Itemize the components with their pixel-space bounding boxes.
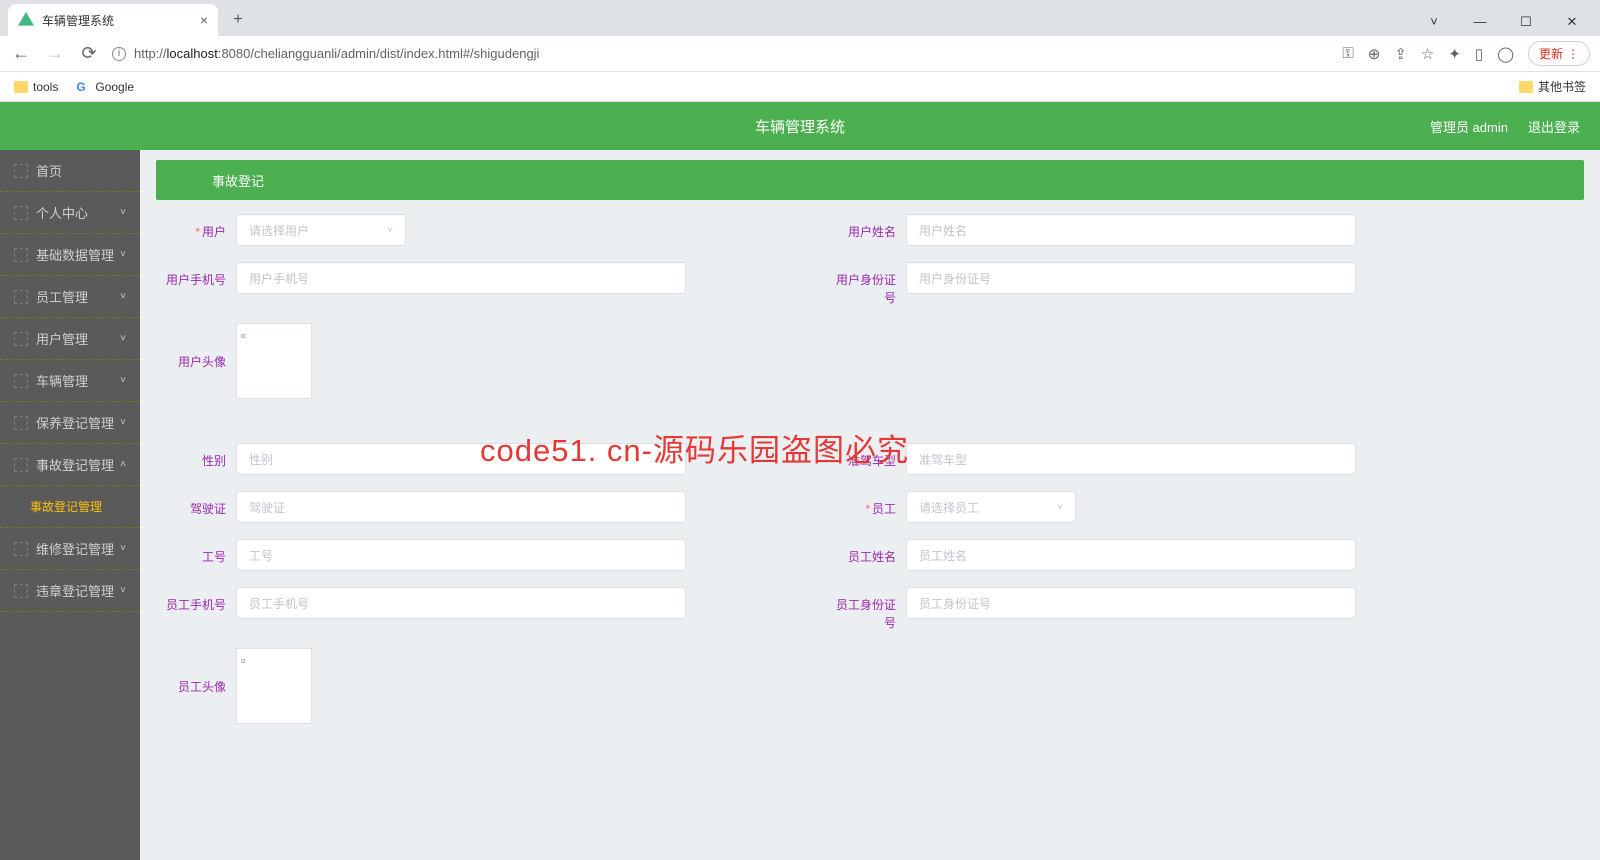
staff-select[interactable]: 请选择员工˅ [906, 491, 1076, 523]
sidebar-item-profile[interactable]: 个人中心˅ [0, 192, 140, 234]
menu-icon [14, 290, 28, 304]
bookmark-google[interactable]: GGoogle [76, 80, 134, 94]
staff-phone-input[interactable]: 员工手机号 [236, 587, 686, 619]
sidebar-item-basic[interactable]: 基础数据管理˅ [0, 234, 140, 276]
staff-idcard-input[interactable]: 员工身份证号 [906, 587, 1356, 619]
reload-icon[interactable]: ⟳ [78, 43, 100, 64]
url-input[interactable]: i http://localhost:8080/cheliangguanli/a… [112, 46, 1330, 61]
menu-icon [14, 248, 28, 262]
new-tab-button[interactable]: + [224, 6, 252, 34]
browser-tab[interactable]: 车辆管理系统 × [8, 4, 218, 36]
panel-title: 事故登记 [156, 160, 1584, 200]
vue-favicon [18, 12, 34, 28]
staff-name-input[interactable]: 员工姓名 [906, 539, 1356, 571]
extensions-icon[interactable]: ✦ [1448, 45, 1461, 63]
sidebar-item-accident[interactable]: 事故登记管理˄ [0, 444, 140, 486]
dropdown-icon[interactable]: ˅ [1420, 14, 1448, 30]
menu-icon [14, 164, 28, 178]
content-area: 事故登记 *用户请选择用户˅ 用户姓名用户姓名 用户手机号用户手机号 用户身份证… [140, 150, 1600, 860]
window-controls: ˅ — ☐ ✕ [1420, 14, 1600, 36]
bookmarks-bar: tools GGoogle 其他书签 [0, 72, 1600, 102]
sidebar-item-staff[interactable]: 员工管理˅ [0, 276, 140, 318]
sidebar-item-user[interactable]: 用户管理˅ [0, 318, 140, 360]
close-icon[interactable]: × [200, 12, 208, 28]
user-select[interactable]: 请选择用户˅ [236, 214, 406, 246]
logout-button[interactable]: 退出登录 [1528, 117, 1580, 136]
key-icon[interactable]: ⚿ [1342, 45, 1353, 62]
chevron-down-icon: ˅ [387, 225, 393, 236]
menu-icon [14, 458, 28, 472]
sidebar: 首页 个人中心˅ 基础数据管理˅ 员工管理˅ 用户管理˅ 车辆管理˅ 保养登记管… [0, 150, 140, 860]
browser-tab-bar: 车辆管理系统 × + ˅ — ☐ ✕ [0, 0, 1600, 36]
share-icon[interactable]: ⇪ [1394, 45, 1407, 63]
license-input[interactable]: 驾驶证 [236, 491, 686, 523]
update-button[interactable]: 更新 ⋮ [1528, 41, 1590, 66]
sidebar-item-maintenance[interactable]: 保养登记管理˅ [0, 402, 140, 444]
user-phone-input[interactable]: 用户手机号 [236, 262, 686, 294]
staff-avatar-upload[interactable]: ▫ [236, 648, 312, 724]
bookmark-other[interactable]: 其他书签 [1519, 78, 1586, 95]
broken-image-icon: ▫ [241, 328, 246, 343]
menu-icon [14, 374, 28, 388]
close-window-icon[interactable]: ✕ [1558, 14, 1586, 30]
menu-icon [14, 332, 28, 346]
forward-icon[interactable]: → [44, 43, 66, 64]
gender-input[interactable]: 性别 [236, 443, 686, 475]
sidebar-item-home[interactable]: 首页 [0, 150, 140, 192]
folder-icon [1519, 81, 1533, 93]
user-idcard-input[interactable]: 用户身份证号 [906, 262, 1356, 294]
menu-icon [14, 542, 28, 556]
maximize-icon[interactable]: ☐ [1512, 14, 1540, 30]
sidebar-sub-accident[interactable]: 事故登记管理 [0, 486, 140, 528]
folder-icon [14, 81, 28, 93]
profile-icon[interactable]: ◯ [1497, 45, 1514, 63]
bookmark-tools[interactable]: tools [14, 80, 58, 94]
star-icon[interactable]: ☆ [1421, 45, 1434, 63]
zoom-icon[interactable]: ⊕ [1368, 45, 1381, 63]
user-avatar-upload[interactable]: ▫ [236, 323, 312, 399]
panel-icon[interactable]: ▯ [1475, 45, 1483, 63]
sidebar-item-vehicle[interactable]: 车辆管理˅ [0, 360, 140, 402]
user-name-input[interactable]: 用户姓名 [906, 214, 1356, 246]
chevron-down-icon: ˅ [1057, 502, 1063, 513]
broken-image-icon: ▫ [241, 653, 246, 668]
minimize-icon[interactable]: — [1466, 14, 1494, 30]
car-type-input[interactable]: 准驾车型 [906, 443, 1356, 475]
accident-form: *用户请选择用户˅ 用户姓名用户姓名 用户手机号用户手机号 用户身份证号用户身份… [156, 200, 1584, 754]
google-icon: G [76, 80, 90, 94]
sidebar-item-repair[interactable]: 维修登记管理˅ [0, 528, 140, 570]
info-icon[interactable]: i [112, 47, 126, 61]
menu-icon [14, 416, 28, 430]
menu-icon [14, 584, 28, 598]
app-header: 车辆管理系统 管理员 admin 退出登录 [0, 102, 1600, 150]
admin-label[interactable]: 管理员 admin [1430, 117, 1508, 136]
menu-icon [14, 206, 28, 220]
sidebar-item-violation[interactable]: 违章登记管理˅ [0, 570, 140, 612]
app-title: 车辆管理系统 [755, 116, 845, 137]
back-icon[interactable]: ← [10, 43, 32, 64]
staff-no-input[interactable]: 工号 [236, 539, 686, 571]
tab-title: 车辆管理系统 [42, 12, 114, 29]
address-bar: ← → ⟳ i http://localhost:8080/chelianggu… [0, 36, 1600, 72]
